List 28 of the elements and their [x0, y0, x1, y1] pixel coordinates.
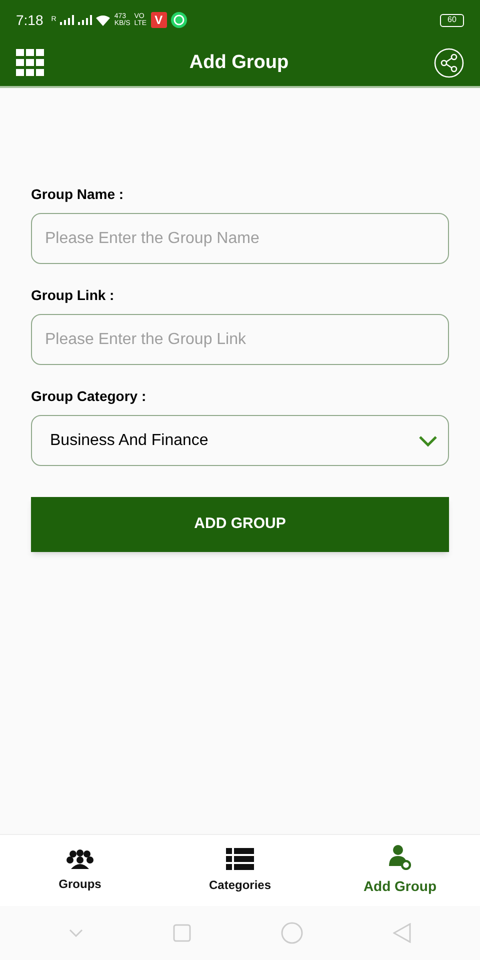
signal-icon	[60, 15, 74, 25]
add-group-button[interactable]: ADD GROUP	[31, 497, 449, 552]
chevron-down-icon[interactable]	[69, 929, 83, 937]
field-label: Group Name :	[31, 185, 125, 204]
nav-tab[interactable]: Categories	[160, 835, 320, 906]
screen-title: Add Group	[189, 50, 289, 75]
app-notification-icon: V	[150, 12, 167, 28]
people-group-icon	[66, 848, 94, 868]
home-icon[interactable]	[281, 922, 303, 944]
nav-tab[interactable]: Add Group	[320, 835, 480, 906]
list-icon	[226, 848, 254, 870]
nav-tab[interactable]: Groups	[0, 835, 160, 906]
text-input-field[interactable]: Please Enter the Group Name	[31, 213, 449, 264]
grid-menu-icon[interactable]	[16, 49, 44, 77]
field-label: Group Link :	[31, 286, 116, 305]
status-time: 7:18	[16, 10, 44, 30]
text-input-field[interactable]: Please Enter the Group Link	[31, 314, 449, 365]
recents-icon[interactable]	[173, 924, 191, 942]
category-dropdown[interactable]: Business And Finance	[31, 415, 449, 466]
chevron-down-icon	[418, 434, 438, 446]
battery-indicator: 60	[440, 14, 464, 26]
chat-app-icon	[170, 12, 187, 28]
signal-icon	[78, 15, 92, 25]
share-icon[interactable]	[434, 48, 464, 78]
back-icon[interactable]	[393, 923, 411, 943]
field-label: Group Category :	[31, 387, 148, 406]
wifi-icon	[96, 14, 110, 26]
add-person-icon	[389, 844, 411, 870]
